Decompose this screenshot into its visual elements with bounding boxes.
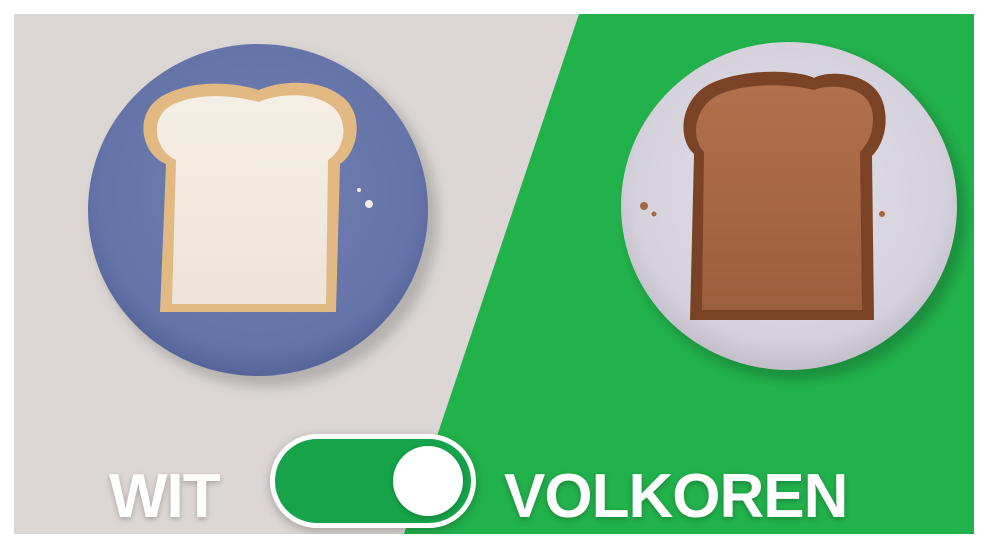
toggle-right-label: VOLKOREN: [504, 462, 848, 531]
photo-frame: WIT VOLKOREN: [14, 14, 974, 534]
bread-toggle-switch[interactable]: [270, 434, 476, 528]
food-photo: [14, 14, 974, 534]
toggle-knob[interactable]: [393, 446, 463, 516]
toggle-left-label: WIT: [109, 462, 221, 531]
